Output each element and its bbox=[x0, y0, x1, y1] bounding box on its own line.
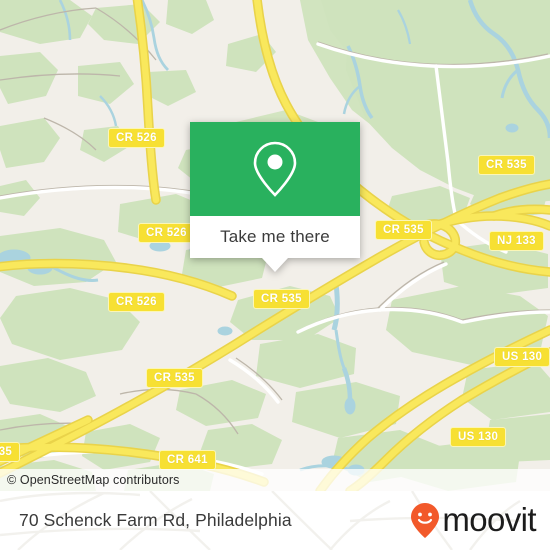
popup-pointer bbox=[262, 258, 288, 272]
road-shield: CR 641 bbox=[159, 450, 216, 470]
road-shield: CR 526 bbox=[108, 128, 165, 148]
map-screenshot: CR 526 CR 526 CR 526 CR 535 CR 535 NJ 13… bbox=[0, 0, 550, 550]
road-shield: CR 535 bbox=[253, 289, 310, 309]
road-shield: NJ 133 bbox=[489, 231, 544, 251]
moovit-wordmark: moovit bbox=[442, 500, 536, 538]
take-me-there-button[interactable]: Take me there bbox=[190, 216, 360, 258]
place-popup-card[interactable]: Take me there bbox=[190, 122, 360, 272]
moovit-pin-smiley-icon bbox=[410, 502, 440, 540]
road-shield: US 130 bbox=[494, 347, 550, 367]
bottom-bar: 70 Schenck Farm Rd, Philadelphia moovit bbox=[0, 491, 550, 550]
road-shield: CR 535 bbox=[478, 155, 535, 175]
road-shield: CR 526 bbox=[138, 223, 195, 243]
road-shield: US 130 bbox=[450, 427, 507, 447]
road-shield: 535 bbox=[0, 442, 21, 462]
map-pin-icon bbox=[247, 137, 303, 201]
address-label: 70 Schenck Farm Rd, Philadelphia bbox=[19, 510, 292, 530]
road-shield: CR 526 bbox=[108, 292, 165, 312]
moovit-logo[interactable]: moovit bbox=[410, 491, 537, 550]
road-shield: CR 535 bbox=[146, 368, 203, 388]
osm-attribution[interactable]: © OpenStreetMap contributors bbox=[0, 469, 550, 491]
popup-image-area bbox=[190, 122, 360, 216]
road-shield: CR 535 bbox=[375, 220, 432, 240]
